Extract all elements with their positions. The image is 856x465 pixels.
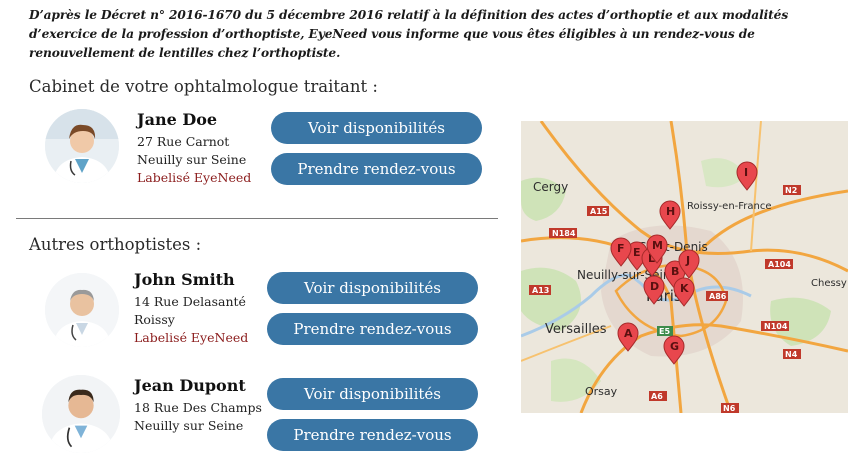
main-section-title: Cabinet de votre ophtalmologue traitant … — [29, 77, 378, 96]
svg-text:G: G — [670, 340, 679, 353]
svg-text:H: H — [666, 205, 675, 218]
svg-text:N104: N104 — [764, 322, 788, 331]
female-doctor-photo-icon — [45, 109, 119, 183]
eyeneed-label: Labelisé EyeNeed — [137, 170, 252, 185]
doctor-city: Roissy — [134, 312, 175, 327]
svg-text:N184: N184 — [552, 229, 576, 238]
svg-text:A6: A6 — [651, 392, 663, 401]
svg-text:K: K — [680, 282, 689, 295]
svg-text:A86: A86 — [709, 292, 727, 301]
legal-notice: D’après le Décret n° 2016-1670 du 5 déce… — [29, 8, 789, 60]
young-doctor-photo-icon — [42, 375, 120, 453]
doctor-address: 18 Rue Des Champs — [134, 400, 262, 415]
doctor-address: 27 Rue Carnot — [137, 134, 230, 149]
male-doctor-photo-icon — [45, 273, 119, 347]
svg-text:A15: A15 — [590, 207, 608, 216]
book-appointment-button[interactable]: Prendre rendez-vous — [267, 313, 478, 345]
doctor-name: John Smith — [134, 270, 235, 289]
svg-text:J: J — [685, 254, 690, 267]
orthoptists-map[interactable]: N2 A15 N184 A104 A13 A86 N104 N4 A6 E5 N… — [521, 121, 848, 413]
svg-text:Chessy: Chessy — [811, 278, 847, 289]
svg-text:Neuilly-sur-Seine: Neuilly-sur-Seine — [577, 268, 678, 282]
eyeneed-label: Labelisé EyeNeed — [134, 330, 249, 345]
doctor-address: 14 Rue Delasanté — [134, 294, 246, 309]
svg-text:I: I — [744, 166, 748, 179]
svg-text:D: D — [650, 280, 659, 293]
svg-text:F: F — [617, 242, 625, 255]
svg-text:N4: N4 — [785, 350, 798, 359]
doctor-city: Neuilly sur Seine — [134, 418, 244, 433]
avatar-john-smith — [45, 273, 119, 347]
svg-text:B: B — [671, 265, 679, 278]
doctor-name: Jane Doe — [137, 110, 218, 129]
svg-text:Orsay: Orsay — [585, 385, 618, 398]
svg-text:Cergy: Cergy — [533, 180, 568, 194]
svg-text:N6: N6 — [723, 404, 736, 413]
doctor-name: Jean Dupont — [134, 376, 246, 395]
svg-text:A104: A104 — [768, 260, 791, 269]
section-divider — [16, 218, 498, 219]
doctor-city: Neuilly sur Seine — [137, 152, 247, 167]
view-availability-button[interactable]: Voir disponibilités — [267, 378, 478, 410]
view-availability-button[interactable]: Voir disponibilités — [267, 272, 478, 304]
svg-text:E5: E5 — [659, 327, 670, 336]
svg-text:A: A — [624, 327, 633, 340]
svg-text:N2: N2 — [785, 186, 797, 195]
view-availability-button[interactable]: Voir disponibilités — [271, 112, 482, 144]
svg-text:A13: A13 — [532, 286, 549, 295]
avatar-jane-doe — [45, 109, 119, 183]
svg-text:Versailles: Versailles — [545, 322, 607, 337]
svg-text:E: E — [633, 246, 641, 259]
book-appointment-button[interactable]: Prendre rendez-vous — [271, 153, 482, 185]
svg-text:Roissy-en-France: Roissy-en-France — [687, 201, 772, 212]
book-appointment-button[interactable]: Prendre rendez-vous — [267, 419, 478, 451]
avatar-jean-dupont — [42, 375, 120, 453]
svg-text:M: M — [652, 239, 663, 252]
others-section-title: Autres orthoptistes : — [29, 235, 202, 254]
